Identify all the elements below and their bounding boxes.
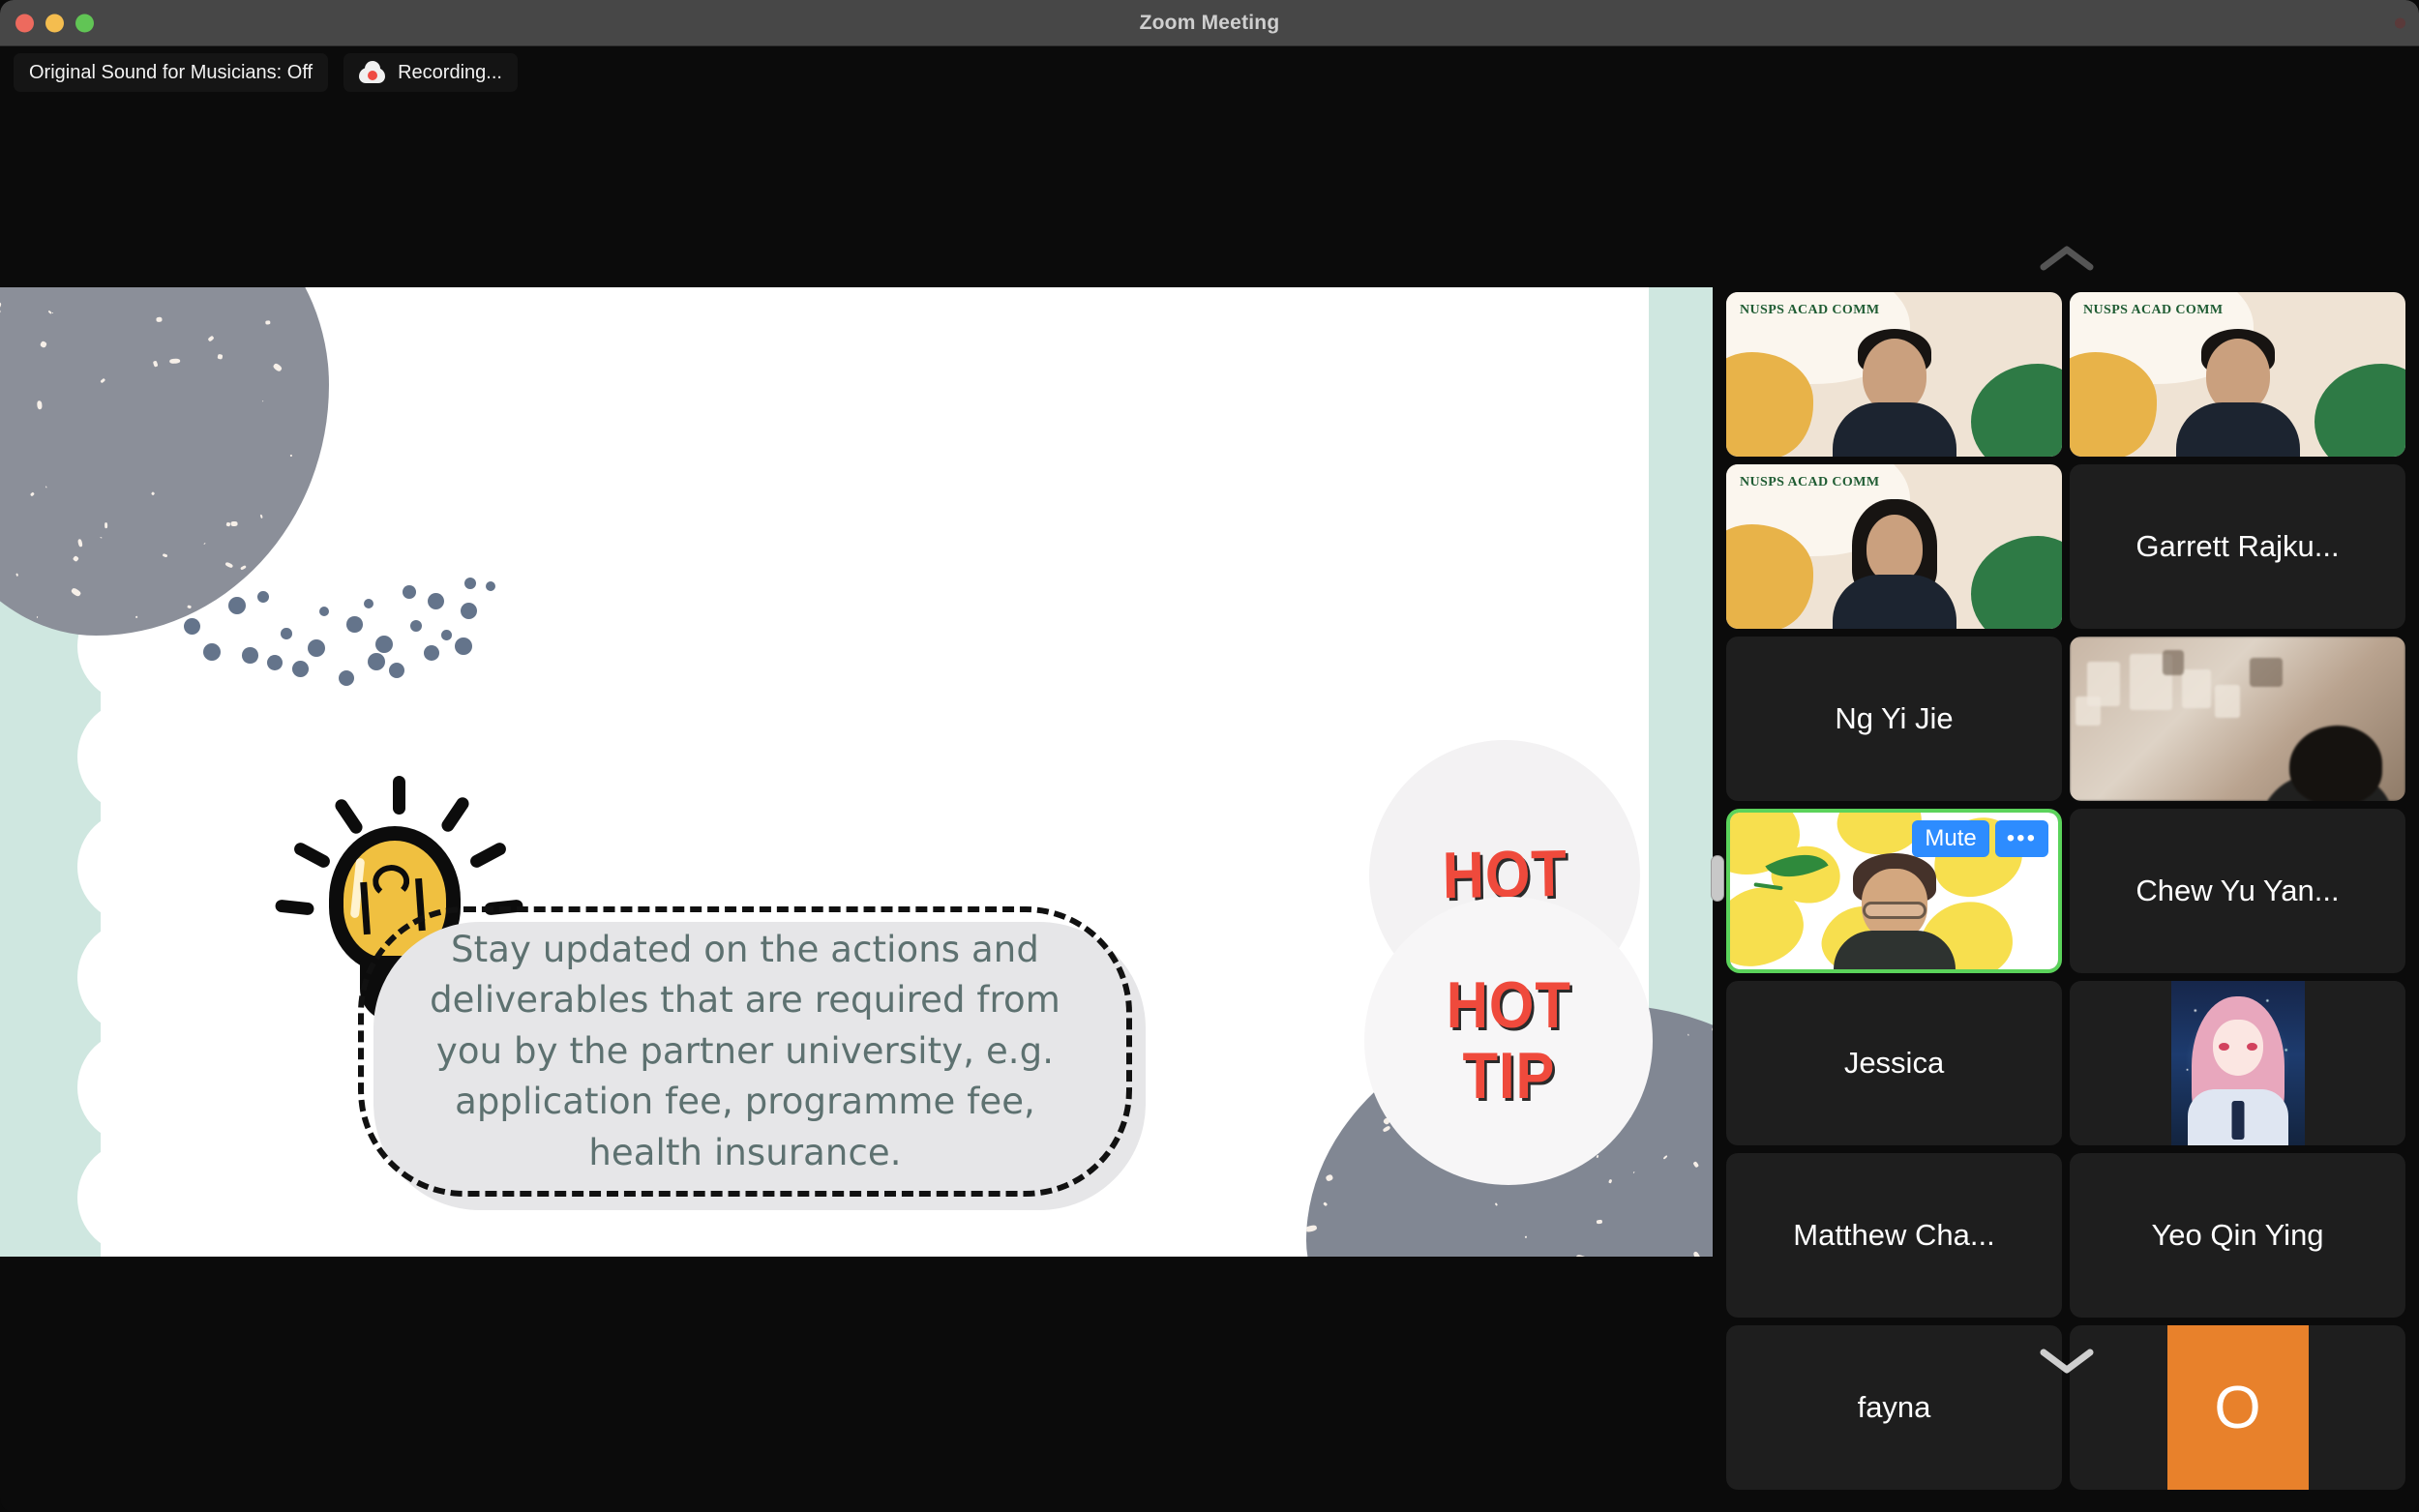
participant-tile[interactable]: NUSPS ACAD COMM <box>2070 292 2405 457</box>
participant-tile[interactable]: fayna <box>1726 1325 2062 1490</box>
hot-tip-line1: HOT <box>1447 972 1571 1039</box>
hot-tip-badge: HOT TIP <box>1364 897 1653 1185</box>
title-bar: Zoom Meeting <box>0 0 2419 46</box>
virtual-background-label: NUSPS ACAD COMM <box>1740 475 1879 490</box>
window-title: Zoom Meeting <box>0 12 2419 35</box>
hot-tip-line2: TIP <box>1462 1043 1555 1110</box>
tile-hover-controls[interactable]: Mute ••• <box>1912 820 2048 857</box>
participant-tile[interactable]: Matthew Cha... <box>1726 1153 2062 1318</box>
maximize-button[interactable] <box>75 14 94 32</box>
virtual-background: NUSPS ACAD COMM <box>2070 292 2405 457</box>
virtual-background-label: NUSPS ACAD COMM <box>1740 303 1879 318</box>
mute-button[interactable]: Mute <box>1912 820 1988 857</box>
participant-tile[interactable] <box>2070 981 2405 1145</box>
more-options-button[interactable]: ••• <box>1995 820 2048 857</box>
virtual-background: NUSPS ACAD COMM <box>1726 464 2062 629</box>
letter-avatar: O <box>2167 1325 2309 1490</box>
participant-name: Jessica <box>1835 1046 1954 1081</box>
virtual-background: NUSPS ACAD COMM <box>1726 292 2062 457</box>
participant-video-strip: NUSPS ACAD COMM NUSPS ACAD COMM NUSPS ACAD… <box>1715 99 2419 1512</box>
participant-tile[interactable]: Mute ••• <box>1726 809 2062 973</box>
participant-name: Garrett Rajku... <box>2126 529 2348 564</box>
participant-tile[interactable] <box>2070 637 2405 801</box>
original-sound-label: Original Sound for Musicians: Off <box>29 62 313 84</box>
avatar-initial: O <box>2214 1374 2260 1442</box>
participant-tile[interactable]: Chew Yu Yan... <box>2070 809 2405 973</box>
original-sound-indicator[interactable]: Original Sound for Musicians: Off <box>14 53 328 92</box>
participant-name: Ng Yi Jie <box>1825 701 1962 736</box>
stage-resize-handle[interactable] <box>1711 855 1724 902</box>
blurred-room-background <box>2070 637 2405 801</box>
participant-tile[interactable]: Jessica <box>1726 981 2062 1145</box>
chevron-down-icon[interactable] <box>2038 1344 2096 1377</box>
slide-body-text: Stay updated on the actions and delivera… <box>358 906 1132 1197</box>
window-traffic-lights <box>15 14 94 32</box>
titlebar-indicator-dot <box>2395 17 2405 28</box>
anime-avatar-tile <box>2070 981 2405 1145</box>
shared-screen-stage[interactable]: Stay updated on the actions and delivera… <box>0 99 1715 1512</box>
participant-tile[interactable]: NUSPS ACAD COMM <box>1726 292 2062 457</box>
slide-dot-cluster <box>174 578 493 703</box>
participant-grid: NUSPS ACAD COMM NUSPS ACAD COMM NUSPS ACAD… <box>1726 292 2405 1490</box>
meeting-status-bar: Original Sound for Musicians: Off Record… <box>0 46 2419 99</box>
participant-name: fayna <box>1848 1390 1941 1425</box>
participant-name: Matthew Cha... <box>1783 1218 2004 1253</box>
participant-name: Yeo Qin Ying <box>2141 1218 2333 1253</box>
zoom-meeting-window: Zoom Meeting Original Sound for Musician… <box>0 0 2419 1512</box>
close-button[interactable] <box>15 14 34 32</box>
cloud-record-icon <box>359 63 385 83</box>
participant-name: Chew Yu Yan... <box>2126 874 2348 908</box>
virtual-background-label: NUSPS ACAD COMM <box>2083 303 2223 318</box>
participant-tile[interactable]: Garrett Rajku... <box>2070 464 2405 629</box>
recording-indicator[interactable]: Recording... <box>343 53 518 92</box>
chevron-up-icon[interactable] <box>2038 242 2096 275</box>
tip-speech-bubble: Stay updated on the actions and delivera… <box>358 906 1132 1197</box>
participant-tile[interactable]: Ng Yi Jie <box>1726 637 2062 801</box>
participant-tile[interactable]: NUSPS ACAD COMM <box>1726 464 2062 629</box>
participant-tile[interactable]: Yeo Qin Ying <box>2070 1153 2405 1318</box>
participant-tile[interactable]: O <box>2070 1325 2405 1490</box>
presentation-slide: Stay updated on the actions and delivera… <box>0 287 1713 1257</box>
recording-label: Recording... <box>398 62 502 84</box>
minimize-button[interactable] <box>45 14 64 32</box>
